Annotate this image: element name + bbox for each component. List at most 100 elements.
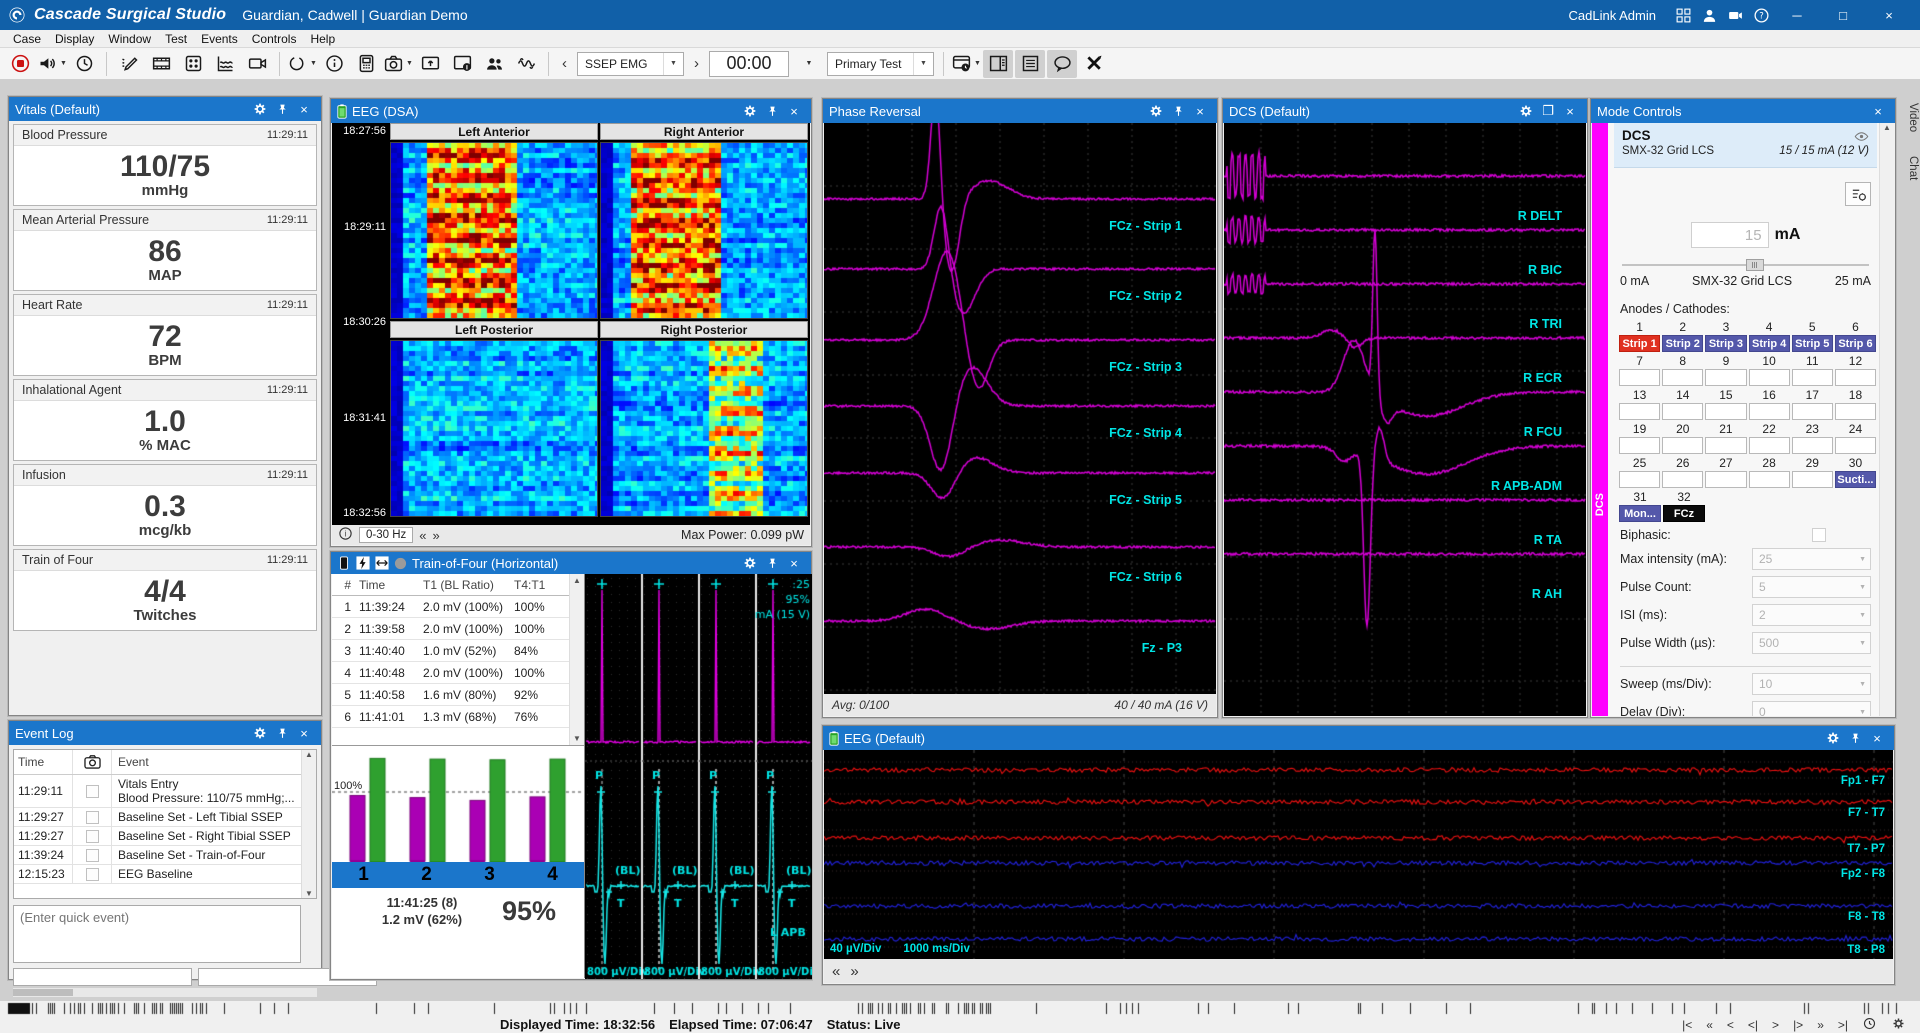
reset-time-icon[interactable] [1856, 1016, 1883, 1033]
tof-table-row[interactable]: 611:41:011.3 mV (68%)76% [332, 706, 584, 728]
monitor-clock-icon[interactable]: ▼ [951, 50, 981, 78]
eye-icon[interactable] [1854, 129, 1869, 147]
frequency-range[interactable]: 0-30 Hz [359, 527, 413, 543]
event-log-row[interactable]: 12:15:23EEG Baseline [14, 865, 316, 884]
menu-item-test[interactable]: Test [158, 32, 194, 46]
close-button[interactable]: × [1866, 0, 1912, 30]
param-dropdown[interactable]: 10▼ [1752, 673, 1871, 695]
eeg-default-header[interactable]: EEG (Default) × [823, 726, 1894, 750]
tof-table-scrollbar[interactable]: ▲▼ [569, 574, 584, 745]
playback-control[interactable]: » [1811, 1018, 1830, 1032]
menu-item-window[interactable]: Window [101, 32, 158, 46]
tab-video[interactable]: Video [1901, 95, 1919, 141]
electrode-chip-empty[interactable] [1619, 369, 1660, 386]
event-checkbox[interactable] [86, 811, 99, 824]
phase-reversal-header[interactable]: Phase Reversal × [823, 99, 1217, 123]
event-log-row[interactable]: 11:29:27Baseline Set - Left Tibial SSEP [14, 808, 316, 827]
close-icon[interactable]: × [1866, 728, 1888, 748]
param-dropdown[interactable]: 0▼ [1752, 701, 1871, 716]
electrode-chip-strip-6[interactable]: Strip 6 [1835, 335, 1876, 352]
bubble-icon[interactable] [1047, 50, 1077, 78]
electrode-chip-empty[interactable] [1835, 437, 1876, 454]
tab-chat[interactable]: Chat [1901, 148, 1919, 188]
people-icon[interactable] [479, 50, 509, 78]
restore-icon[interactable]: ❐ [1537, 101, 1559, 121]
param-dropdown[interactable]: 25▼ [1752, 548, 1871, 570]
electrodes-icon[interactable] [178, 50, 208, 78]
intensity-input[interactable] [1691, 222, 1769, 248]
pin-icon[interactable] [271, 99, 293, 119]
sharescreen-icon[interactable] [415, 50, 445, 78]
menu-item-help[interactable]: Help [303, 32, 342, 46]
electrode-chip-empty[interactable] [1619, 437, 1660, 454]
tof-table-row[interactable]: 311:40:401.0 mV (52%)84% [332, 640, 584, 662]
intensity-slider-handle[interactable] [1746, 259, 1764, 271]
menu-item-display[interactable]: Display [48, 32, 101, 46]
event-log-row[interactable]: 11:29:11Vitals EntryBlood Pressure: 110/… [14, 775, 316, 808]
camera-icon[interactable] [1722, 4, 1748, 26]
tof-table-row[interactable]: 111:39:242.0 mV (100%)100% [332, 596, 584, 618]
electrode-chip-empty[interactable] [1835, 369, 1876, 386]
mode-controls-scrollbar[interactable]: ▲ [1879, 123, 1894, 716]
close-icon[interactable]: × [293, 723, 315, 743]
playback-control[interactable]: < [1721, 1018, 1740, 1032]
session-timeline[interactable] [0, 1000, 1920, 1016]
electrode-chip-empty[interactable] [1749, 471, 1790, 488]
history-icon[interactable] [69, 50, 99, 78]
quick-event-input[interactable] [13, 905, 301, 963]
dcs-header[interactable]: DCS (Default) ❐ × [1223, 99, 1587, 123]
electrode-chip-empty[interactable] [1835, 403, 1876, 420]
videocam-icon[interactable] [242, 50, 272, 78]
settings-gear-icon[interactable] [1885, 1016, 1912, 1033]
playback-control[interactable]: |> [1787, 1018, 1809, 1032]
event-log-row[interactable]: 11:39:24Baseline Set - Train-of-Four [14, 846, 316, 865]
event-log-row[interactable]: 11:29:27Baseline Set - Right Tibial SSEP [14, 827, 316, 846]
electrode-chip-empty[interactable] [1749, 403, 1790, 420]
playback-control[interactable]: « [1700, 1018, 1719, 1032]
record-icon[interactable] [5, 50, 35, 78]
mode-controls-header[interactable]: Mode Controls × [1591, 99, 1895, 123]
event-checkbox[interactable] [86, 868, 99, 881]
close-icon[interactable]: × [1867, 101, 1889, 121]
event-checkbox[interactable] [86, 830, 99, 843]
electrode-chip-fcz[interactable]: FCz [1663, 505, 1705, 522]
minimize-button[interactable]: ─ [1774, 0, 1820, 30]
stim-timer[interactable]: 00:00 [709, 51, 789, 77]
gear-icon[interactable] [1822, 728, 1844, 748]
electrode-chip-empty[interactable] [1662, 471, 1703, 488]
annotate-icon[interactable] [114, 50, 144, 78]
menu-item-controls[interactable]: Controls [245, 32, 304, 46]
biphasic-checkbox[interactable] [1812, 528, 1826, 542]
page-back-button[interactable]: « [832, 963, 840, 980]
tof-table-row[interactable]: 411:40:482.0 mV (100%)100% [332, 662, 584, 684]
timer-dropdown[interactable]: ▼ [793, 50, 823, 78]
montage-icon[interactable] [146, 50, 176, 78]
event-checkbox[interactable] [86, 785, 99, 798]
dcs-mode-strip[interactable]: DCS [1592, 123, 1608, 716]
electrode-chip-strip-1[interactable]: Strip 1 [1619, 335, 1660, 352]
pin-icon[interactable] [761, 553, 783, 573]
gear-icon[interactable] [1145, 101, 1167, 121]
info-icon[interactable] [319, 50, 349, 78]
electrode-chip-empty[interactable] [1662, 437, 1703, 454]
maximize-button[interactable]: □ [1820, 0, 1866, 30]
event-log-header[interactable]: Event Log × [9, 721, 321, 745]
electrode-chip-empty[interactable] [1792, 437, 1833, 454]
electrode-chip-empty[interactable] [1749, 369, 1790, 386]
probe-icon[interactable]: ▼ [287, 50, 317, 78]
event-log-hscrollbar[interactable] [13, 988, 317, 997]
devices-hub-icon[interactable] [1670, 4, 1696, 26]
previous-test-button[interactable]: ‹ [555, 55, 574, 72]
gear-icon[interactable] [249, 723, 271, 743]
playback-control[interactable]: <| [1742, 1018, 1764, 1032]
help-icon[interactable]: ? [1748, 4, 1774, 26]
close-icon[interactable]: × [783, 553, 805, 573]
tof-table-row[interactable]: 511:40:581.6 mV (80%)92% [332, 684, 584, 706]
user-icon[interactable] [1696, 4, 1722, 26]
snapshot-icon[interactable]: ▼ [383, 50, 413, 78]
close-icon[interactable]: × [293, 99, 315, 119]
horizontal-sweep-icon[interactable] [375, 556, 389, 570]
close-icon[interactable]: × [1559, 101, 1581, 121]
playback-control[interactable]: |< [1676, 1018, 1698, 1032]
info-icon[interactable]: i [338, 526, 353, 544]
